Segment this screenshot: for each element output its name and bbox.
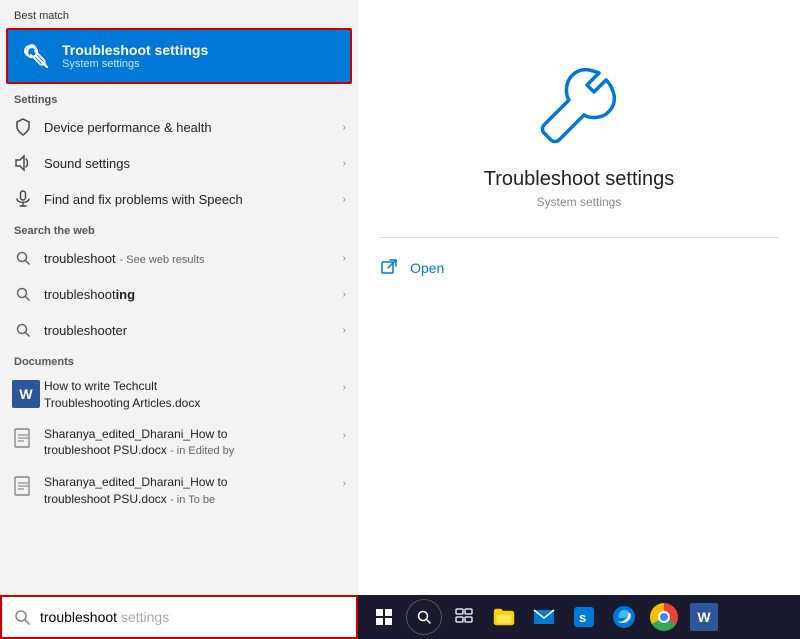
best-match-item[interactable]: Troubleshoot settings System settings xyxy=(6,28,352,84)
doc2-text: Sharanya_edited_Dharani_How to troublesh… xyxy=(44,426,343,460)
settings-item-speech[interactable]: Find and fix problems with Speech › xyxy=(0,181,358,217)
chevron-icon: › xyxy=(343,430,346,441)
taskbar-edge[interactable] xyxy=(606,599,642,635)
document-item-3[interactable]: Sharanya_edited_Dharani_How to troublesh… xyxy=(0,467,358,515)
taskbar-store[interactable]: s xyxy=(566,599,602,635)
doc3-text: Sharanya_edited_Dharani_How to troublesh… xyxy=(44,474,343,508)
sound-settings-label: Sound settings xyxy=(44,156,343,171)
shield-icon xyxy=(12,116,34,138)
best-match-label: Best match xyxy=(0,0,358,26)
best-match-text: Troubleshoot settings System settings xyxy=(62,42,208,70)
svg-text:s: s xyxy=(579,610,586,625)
best-match-subtitle: System settings xyxy=(62,58,208,70)
documents-section-header: Documents xyxy=(0,348,358,371)
doc-file-icon xyxy=(12,476,34,498)
word-doc-icon: W xyxy=(12,380,34,402)
taskbar-pinned-apps: s W xyxy=(484,599,794,635)
search-icon xyxy=(12,319,34,341)
search-bar-icon xyxy=(12,607,32,627)
search-icon xyxy=(12,247,34,269)
settings-item-sound[interactable]: Sound settings › xyxy=(0,145,358,181)
device-perf-label: Device performance & health xyxy=(44,120,343,135)
web-troubleshoot-label: troubleshoot- See web results xyxy=(44,251,343,266)
chevron-icon: › xyxy=(343,289,346,300)
start-button[interactable] xyxy=(366,599,402,635)
web-troubleshooter-label: troubleshooter xyxy=(44,323,343,338)
web-section-header: Search the web xyxy=(0,217,358,240)
detail-panel: Troubleshoot settings System settings Op… xyxy=(358,0,800,595)
divider xyxy=(380,237,778,238)
detail-title: Troubleshoot settings xyxy=(484,168,674,191)
web-item-troubleshooting[interactable]: troubleshooting › xyxy=(0,276,358,312)
web-troubleshooting-label: troubleshooting xyxy=(44,287,343,302)
detail-subtitle: System settings xyxy=(537,195,622,209)
doc1-text: How to write Techcult Troubleshooting Ar… xyxy=(44,378,343,412)
search-suggestion-text: settings xyxy=(117,609,169,625)
chevron-icon: › xyxy=(343,122,346,133)
chevron-icon: › xyxy=(343,478,346,489)
taskbar: s W xyxy=(358,595,800,639)
troubleshoot-icon xyxy=(20,40,52,72)
mic-icon xyxy=(12,188,34,210)
chevron-icon: › xyxy=(343,194,346,205)
open-button[interactable]: Open xyxy=(380,252,778,284)
search-input[interactable]: troubleshoot settings xyxy=(40,609,346,625)
document-item-1[interactable]: W How to write Techcult Troubleshooting … xyxy=(0,371,358,419)
chevron-icon: › xyxy=(343,325,346,336)
taskbar-chrome[interactable] xyxy=(646,599,682,635)
document-item-2[interactable]: Sharanya_edited_Dharani_How to troublesh… xyxy=(0,419,358,467)
taskbar-file-explorer[interactable] xyxy=(486,599,522,635)
open-icon xyxy=(380,258,400,278)
chevron-icon: › xyxy=(343,253,346,264)
search-icon xyxy=(12,283,34,305)
chevron-icon: › xyxy=(343,382,346,393)
taskbar-word[interactable]: W xyxy=(686,599,722,635)
large-troubleshoot-icon xyxy=(534,60,624,150)
task-view-button[interactable] xyxy=(446,599,482,635)
taskbar-mail[interactable] xyxy=(526,599,562,635)
web-item-troubleshoot[interactable]: troubleshoot- See web results › xyxy=(0,240,358,276)
speech-label: Find and fix problems with Speech xyxy=(44,192,343,207)
search-typed-text: troubleshoot xyxy=(40,609,117,625)
search-bar[interactable]: troubleshoot settings xyxy=(0,595,358,639)
web-item-troubleshooter[interactable]: troubleshooter › xyxy=(0,312,358,348)
best-match-title: Troubleshoot settings xyxy=(62,42,208,58)
settings-section-header: Settings xyxy=(0,86,358,109)
settings-item-device-perf[interactable]: Device performance & health › xyxy=(0,109,358,145)
taskbar-search-button[interactable] xyxy=(406,599,442,635)
doc-file-icon xyxy=(12,428,34,450)
search-results-panel: Best match Troubleshoot settings System … xyxy=(0,0,358,639)
sound-icon xyxy=(12,152,34,174)
open-label[interactable]: Open xyxy=(410,260,444,276)
chevron-icon: › xyxy=(343,158,346,169)
